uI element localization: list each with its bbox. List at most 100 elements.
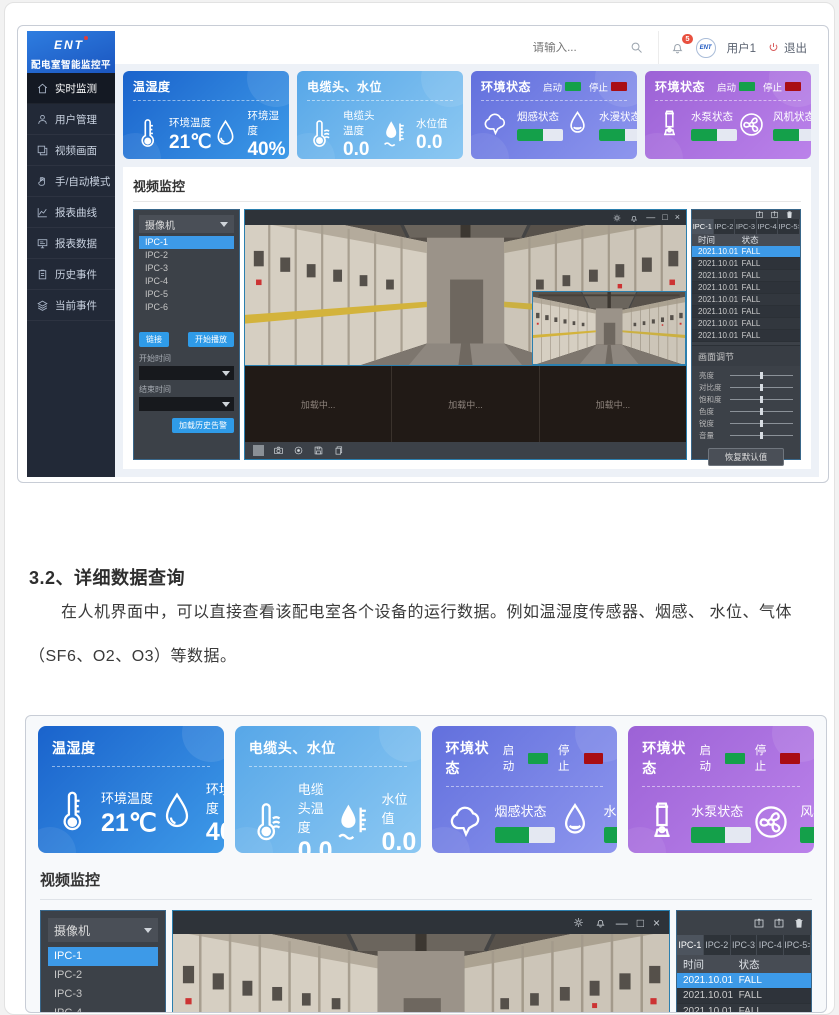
sidebar-item-label: 实时监测 (55, 81, 97, 96)
table-row[interactable]: 2021.10.01FALL (692, 282, 800, 294)
copy-file-icon[interactable] (333, 445, 344, 456)
ipc-tab[interactable]: IPC-5> (784, 935, 811, 955)
humidity-drop-icon (211, 118, 240, 151)
layout-grid-icon[interactable] (253, 445, 264, 456)
status-legend: 启动 停止 (503, 742, 604, 774)
gear-icon[interactable] (572, 916, 585, 929)
avatar[interactable]: ENT (696, 38, 716, 58)
sidebar-item-realtime[interactable]: 实时监测 (27, 73, 115, 104)
sidebar-item-users[interactable]: 用户管理 (27, 104, 115, 135)
minimize-button[interactable]: — (616, 917, 628, 929)
load-history-button[interactable]: 加载历史告警 (172, 418, 234, 433)
smoke-status-indicator (495, 827, 555, 843)
export-icon[interactable] (773, 917, 785, 929)
connect-button[interactable]: 链接 (139, 332, 169, 347)
hue-slider[interactable] (730, 411, 793, 412)
camera-item[interactable]: IPC-4 (139, 275, 234, 288)
volume-slider[interactable] (730, 435, 793, 436)
user-name[interactable]: 用户1 (727, 40, 756, 56)
logout-button[interactable]: 退出 (767, 40, 807, 56)
camera-select[interactable]: 摄像机 (48, 918, 158, 942)
table-row[interactable]: 2021.10.01FALL (692, 270, 800, 282)
export-icon[interactable] (755, 210, 764, 219)
alarm-table-header: 时间 状态 (677, 955, 811, 973)
sidebar-item-current-events[interactable]: 当前事件 (27, 290, 115, 321)
ipc-tab[interactable]: IPC-3 (731, 935, 758, 955)
brightness-slider[interactable] (730, 375, 793, 376)
ipc-tab[interactable]: IPC-3 (735, 219, 757, 234)
start-time-select[interactable] (139, 366, 234, 380)
water-level-icon (380, 118, 409, 151)
sidebar-item-mode[interactable]: 手/自动模式 (27, 166, 115, 197)
table-row[interactable]: 2021.10.01FALL (692, 258, 800, 270)
export-icon[interactable] (770, 210, 779, 219)
ipc-tab[interactable]: IPC-4 (757, 935, 784, 955)
sidebar-item-label: 报表曲线 (55, 205, 97, 220)
camera-item[interactable]: IPC-3 (139, 262, 234, 275)
video-toolbar (245, 442, 686, 459)
camera-item[interactable]: IPC-2 (139, 249, 234, 262)
ipc-tab[interactable]: IPC-1 (677, 935, 704, 955)
card-env-status-smoke-flood: 环境状态 启动 停止 烟感状态 (471, 71, 637, 159)
ipc-tab[interactable]: IPC-5> (778, 219, 800, 234)
table-row[interactable]: 2021.10.01FALL (677, 989, 811, 1005)
save-icon[interactable] (313, 445, 324, 456)
saturation-slider[interactable] (730, 399, 793, 400)
sharpness-slider[interactable] (730, 423, 793, 424)
trash-icon[interactable] (793, 917, 805, 929)
table-row[interactable]: 2021.10.01FALL (677, 973, 811, 989)
red-swatch (584, 753, 604, 764)
close-button[interactable]: × (653, 917, 660, 929)
minimize-button[interactable]: — (646, 213, 655, 222)
close-button[interactable]: × (675, 213, 680, 222)
search-icon[interactable] (629, 40, 644, 55)
sidebar-item-report-data[interactable]: 报表数据 (27, 228, 115, 259)
section-title: 视频监控 (133, 173, 801, 202)
table-row[interactable]: 2021.10.01FALL (692, 318, 800, 330)
camera-item[interactable]: IPC-1 (48, 947, 158, 966)
table-row[interactable]: 2021.10.01FALL (692, 306, 800, 318)
ipc-tab[interactable]: IPC-2 (704, 935, 731, 955)
ipc-tab[interactable]: IPC-2 (714, 219, 736, 234)
status-legend: 启动 停止 (699, 742, 800, 774)
alarm-bell-icon[interactable] (629, 213, 639, 223)
camera-item[interactable]: IPC-3 (48, 985, 158, 1004)
main-video-frame[interactable] (173, 934, 669, 1013)
snapshot-camera-icon[interactable] (273, 445, 284, 456)
alarm-bell-icon[interactable] (594, 916, 607, 929)
maximize-button[interactable]: □ (637, 917, 644, 929)
record-icon[interactable] (293, 445, 304, 456)
reset-defaults-button[interactable]: 恢复默认值 (708, 448, 785, 466)
table-row[interactable]: 2021.10.01FALL (692, 330, 800, 342)
sidebar-item-video[interactable]: 视频画面 (27, 135, 115, 166)
water-level-icon (333, 800, 373, 846)
search-input[interactable] (533, 42, 629, 54)
sidebar-item-history-events[interactable]: 历史事件 (27, 259, 115, 290)
notifications[interactable]: 5 (670, 40, 685, 55)
camera-item[interactable]: IPC-6 (139, 301, 234, 314)
export-icon[interactable] (753, 917, 765, 929)
table-row[interactable]: 2021.10.01FALL (692, 294, 800, 306)
maximize-button[interactable]: □ (662, 213, 667, 222)
inset-video-frame[interactable] (532, 291, 686, 365)
sidebar-item-report-curve[interactable]: 报表曲线 (27, 197, 115, 228)
ipc-tab[interactable]: IPC-4 (757, 219, 779, 234)
video-window: — □ × (244, 209, 687, 460)
main-video-frame[interactable] (245, 225, 686, 366)
camera-panel: 摄像机 IPC-1 IPC-2 IPC-3 IPC-4 IPC-5 IPC-6 (133, 209, 240, 460)
card-env-status-pump-fan: 环境状态 启动 停止 水泵状态 (645, 71, 811, 159)
table-row[interactable]: 2021.10.01FALL (677, 1004, 811, 1013)
camera-item[interactable]: IPC-5 (139, 288, 234, 301)
trash-icon[interactable] (785, 210, 794, 219)
ipc-tab[interactable]: IPC-1 (692, 219, 714, 234)
header: 5 ENT 用户1 退出 (115, 31, 819, 64)
contrast-slider[interactable] (730, 387, 793, 388)
end-time-select[interactable] (139, 397, 234, 411)
camera-select[interactable]: 摄像机 (139, 215, 234, 233)
table-row[interactable]: 2021.10.01FALL (692, 246, 800, 258)
camera-item[interactable]: IPC-2 (48, 966, 158, 985)
camera-item[interactable]: IPC-1 (139, 236, 234, 249)
start-play-button[interactable]: 开始播放 (188, 332, 234, 347)
camera-item[interactable]: IPC-4 (48, 1004, 158, 1013)
gear-icon[interactable] (612, 213, 622, 223)
